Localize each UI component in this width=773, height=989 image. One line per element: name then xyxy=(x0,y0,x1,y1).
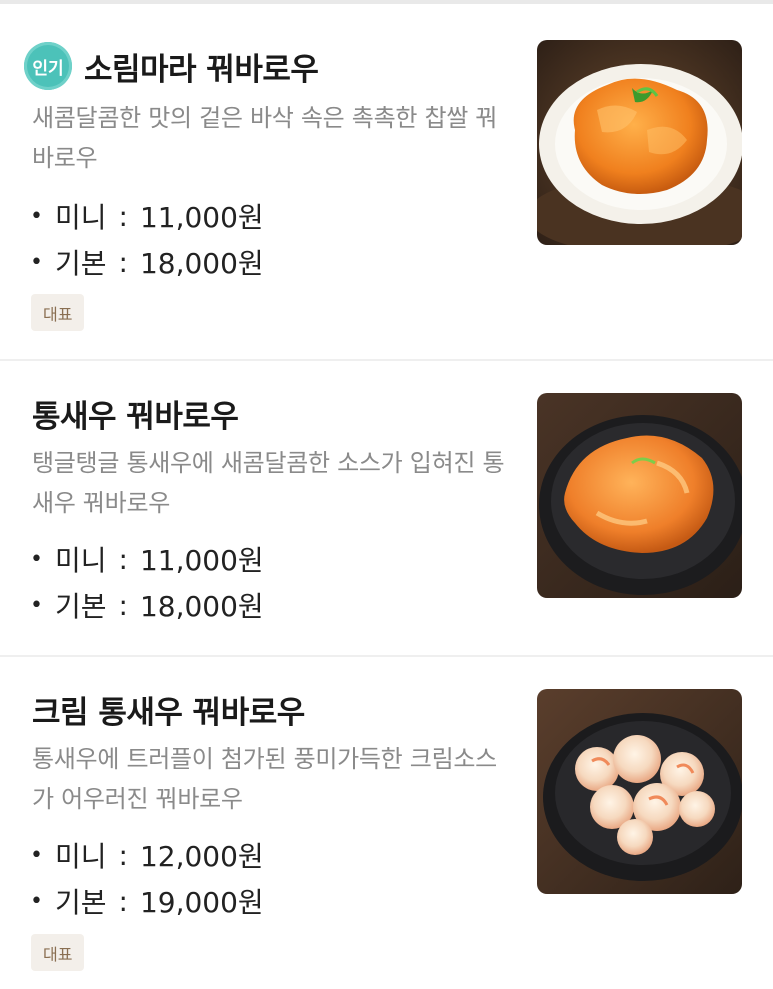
bullet-icon: • xyxy=(30,842,43,868)
price-label: 미니 xyxy=(54,544,107,577)
price-separator: : xyxy=(118,838,128,872)
price-value: 19,000원 xyxy=(139,886,264,919)
item-name[interactable]: 통새우 꿔바로우 xyxy=(32,391,239,436)
item-title-row: 통새우 꿔바로우 xyxy=(32,391,239,436)
price-separator: : xyxy=(118,884,128,918)
item-description: 새콤달콤한 맛의 겉은 바삭 속은 촉촉한 찹쌀 꿔바로우 xyxy=(32,104,498,172)
price-label: 기본 xyxy=(54,247,107,280)
bullet-icon: • xyxy=(30,249,43,275)
price-mini: • 미니 : 11,000원 xyxy=(30,196,264,236)
bullet-icon: • xyxy=(30,592,43,618)
bullet-icon: • xyxy=(30,888,43,914)
price-value: 18,000원 xyxy=(139,247,264,280)
price-value: 11,000원 xyxy=(139,544,264,577)
cream-shrimp-dish-photo[interactable] xyxy=(537,689,742,894)
item-name[interactable]: 소림마라 꿔바로우 xyxy=(84,44,319,89)
price-separator: : xyxy=(118,245,128,279)
item-name[interactable]: 크림 통새우 꿔바로우 xyxy=(32,687,305,732)
price-separator: : xyxy=(118,199,128,233)
price-value: 11,000원 xyxy=(139,201,264,234)
price-value: 12,000원 xyxy=(139,840,264,873)
item-description: 탱글탱글 통새우에 새콤달콤한 소스가 입혀진 통새우 꿔바로우 xyxy=(32,449,505,517)
price-label: 미니 xyxy=(54,201,107,234)
menu-item[interactable]: 인기 소림마라 꿔바로우 새콤달콤한 맛의 겉은 바삭 속은 촉촉한 찹쌀 꿔바… xyxy=(0,0,773,360)
price-basic: • 기본 : 18,000원 xyxy=(30,585,264,625)
price-mini: • 미니 : 12,000원 xyxy=(30,835,264,875)
menu-item[interactable]: 크림 통새우 꿔바로우 통새우에 트러플이 첨가된 풍미가득한 크림소스가 어우… xyxy=(0,657,773,989)
price-basic: • 기본 : 18,000원 xyxy=(30,242,264,282)
bullet-icon: • xyxy=(30,203,43,229)
menu-item[interactable]: 통새우 꿔바로우 탱글탱글 통새우에 새콤달콤한 소스가 입혀진 통새우 꿔바로… xyxy=(0,361,773,656)
price-basic: • 기본 : 19,000원 xyxy=(30,881,264,921)
popular-badge: 인기 xyxy=(24,42,72,90)
price-label: 기본 xyxy=(54,590,107,623)
signature-tag: 대표 xyxy=(31,294,85,331)
item-title-row: 크림 통새우 꿔바로우 xyxy=(32,687,305,732)
price-separator: : xyxy=(118,542,128,576)
item-title-row: 인기 소림마라 꿔바로우 xyxy=(24,42,319,90)
price-value: 18,000원 xyxy=(139,590,264,623)
price-separator: : xyxy=(118,588,128,622)
price-label: 미니 xyxy=(54,840,107,873)
item-description: 통새우에 트러플이 첨가된 풍미가득한 크림소스가 어우러진 꿔바로우 xyxy=(32,745,497,813)
price-label: 기본 xyxy=(54,886,107,919)
pork-dish-photo[interactable] xyxy=(537,40,742,245)
signature-tag: 대표 xyxy=(31,934,85,971)
price-mini: • 미니 : 11,000원 xyxy=(30,539,264,579)
bullet-icon: • xyxy=(30,546,43,572)
shrimp-dish-photo[interactable] xyxy=(537,393,742,598)
